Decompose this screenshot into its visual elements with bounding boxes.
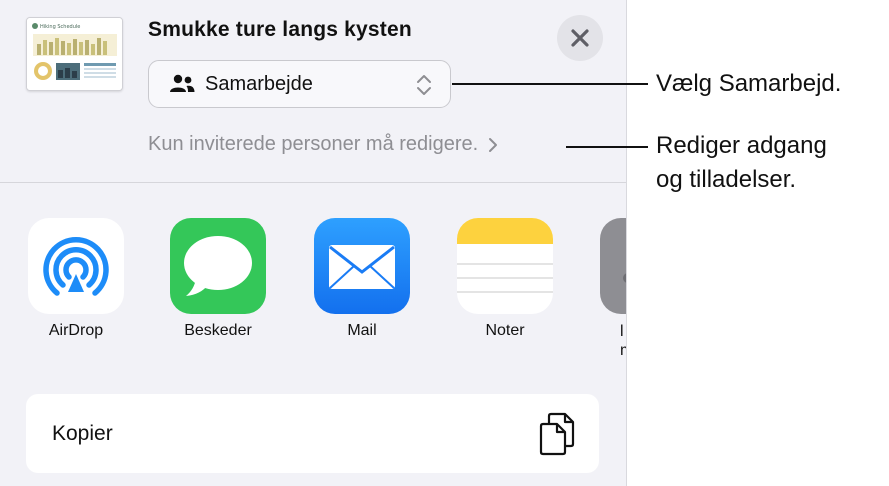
callout-collaborate: Vælg Samarbejd. xyxy=(656,70,842,97)
app-airdrop[interactable]: AirDrop xyxy=(26,218,126,340)
collaboration-select[interactable]: Samarbejde xyxy=(148,60,451,108)
people-icon xyxy=(170,74,195,92)
more-app-icon xyxy=(600,218,626,314)
close-icon xyxy=(571,29,589,47)
copy-button[interactable]: Kopier xyxy=(26,394,599,473)
app-label: l m xyxy=(620,323,626,359)
collaboration-select-label: Samarbejde xyxy=(205,72,313,95)
close-button[interactable] xyxy=(557,15,603,61)
chevron-right-icon xyxy=(489,137,498,152)
callout-edit-access-line1: Rediger adgang xyxy=(656,132,827,159)
document-title: Smukke ture langs kysten xyxy=(148,18,412,41)
copy-label: Kopier xyxy=(52,422,113,445)
app-label: AirDrop xyxy=(48,322,104,339)
app-more[interactable]: l m xyxy=(598,218,626,360)
mail-icon xyxy=(314,218,410,314)
chevron-updown-icon xyxy=(417,75,431,95)
copy-icon xyxy=(539,412,575,456)
app-label: Mail xyxy=(347,322,377,339)
app-label: Noter xyxy=(485,322,525,339)
callout-line-collaborate xyxy=(452,83,648,85)
messages-icon xyxy=(170,218,266,314)
callout-line-edit-access xyxy=(566,146,648,148)
app-notes[interactable]: Noter xyxy=(455,218,555,340)
document-thumbnail: Hiking Schedule xyxy=(26,17,123,91)
app-messages[interactable]: Beskeder xyxy=(168,218,268,340)
callout-edit-access-line2: og tilladelser. xyxy=(656,166,797,193)
airdrop-icon xyxy=(28,218,124,314)
share-sheet: Hiking Schedule Smukke ture langs kysten… xyxy=(0,0,627,486)
app-mail[interactable]: Mail xyxy=(312,218,412,340)
app-label: Beskeder xyxy=(184,322,252,339)
divider xyxy=(0,182,626,183)
thumbnail-heading: Hiking Schedule xyxy=(40,24,80,30)
access-settings-link[interactable]: Kun inviterede personer må redigere. xyxy=(148,133,498,156)
access-text: Kun inviterede personer må redigere. xyxy=(148,133,479,155)
notes-icon xyxy=(457,218,553,314)
